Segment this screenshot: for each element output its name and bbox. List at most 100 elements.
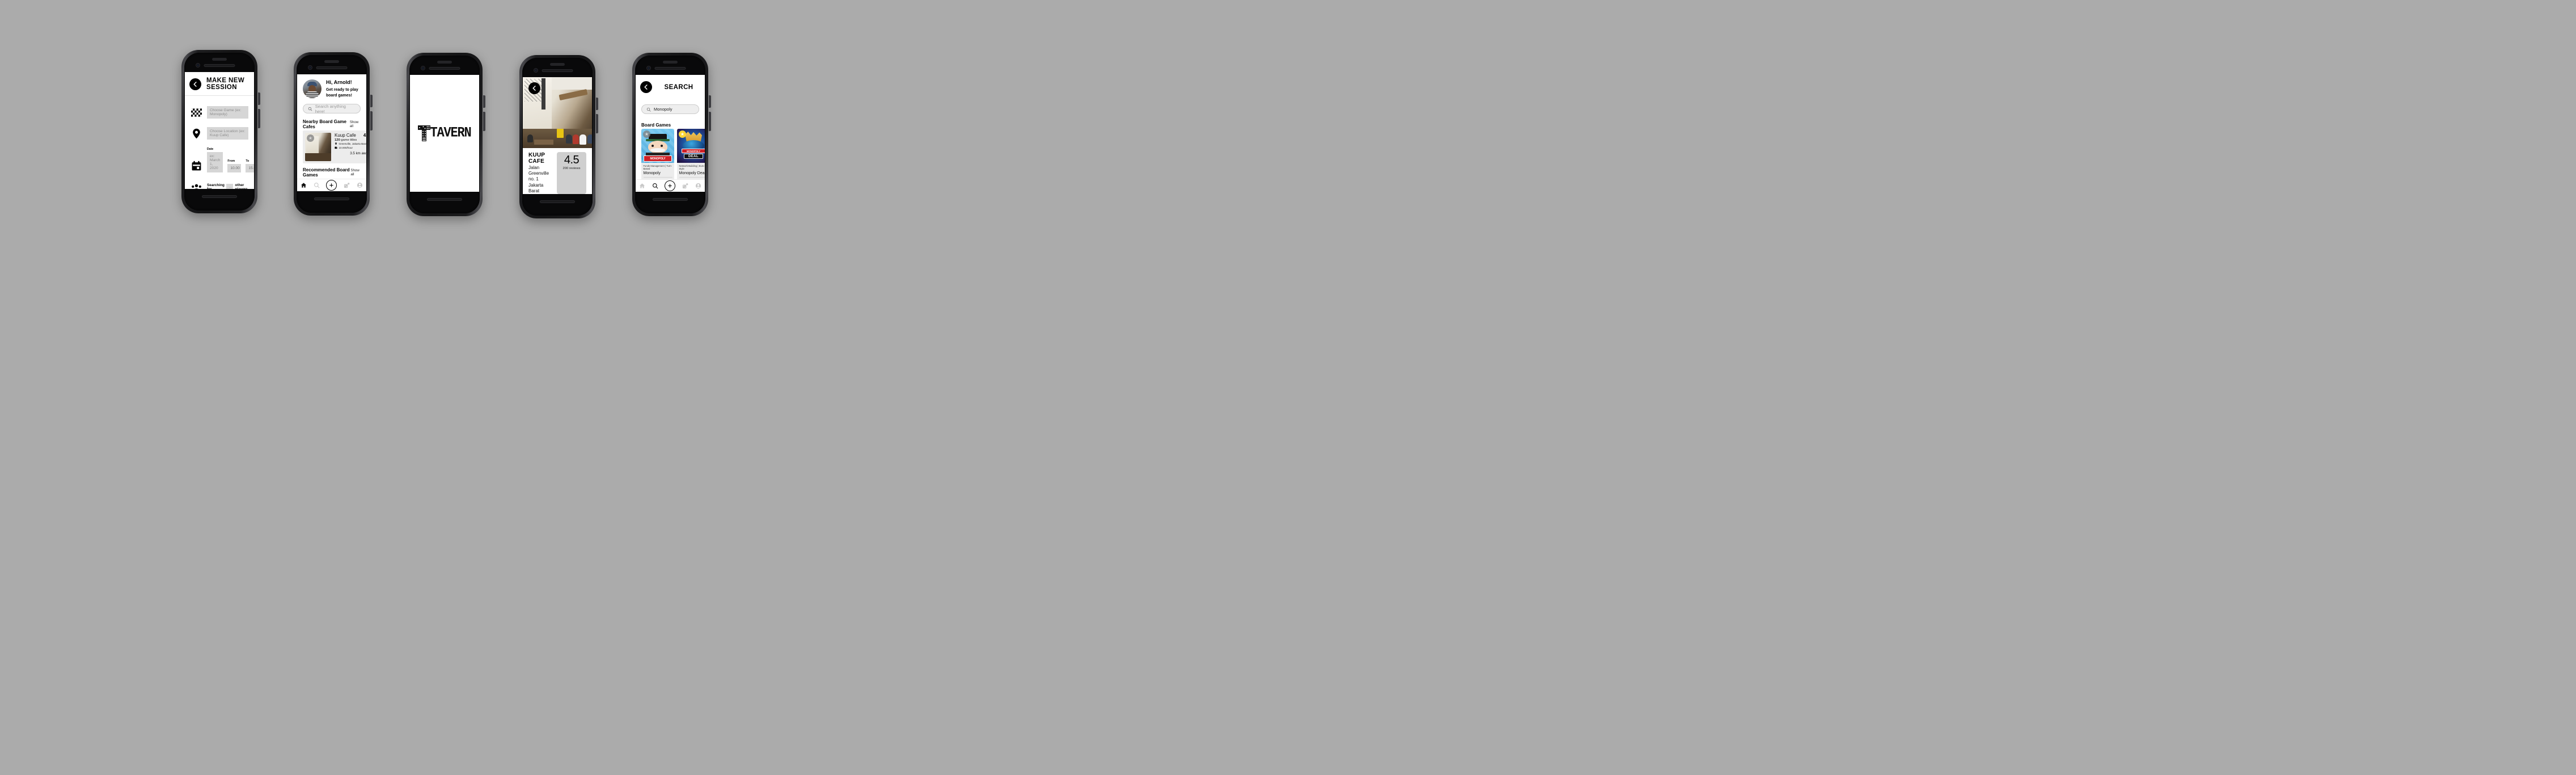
tab-add-button[interactable] (665, 180, 676, 191)
back-button[interactable] (640, 81, 652, 93)
cafe-titles-count: 120 (335, 138, 340, 142)
back-button[interactable] (528, 82, 540, 94)
speaker-notch (437, 61, 452, 64)
to-input[interactable]: 15.00 (246, 163, 254, 172)
players-suffix: other players (235, 183, 247, 189)
favorite-star-icon[interactable]: ★ (679, 130, 686, 138)
people-icon (191, 182, 202, 189)
chevron-left-icon (532, 86, 536, 91)
map-pin-icon (191, 128, 202, 139)
cafe-distance: 3.5 km away (350, 151, 366, 155)
players-count-input[interactable]: ... (226, 184, 234, 189)
screen-cafe-detail: KUUP CAFE Jalan Greenville no. 1 Jakarta… (523, 77, 592, 194)
section-recommended-games: Recommended Board Games Show all (297, 163, 366, 179)
section-title: Recommended Board Games (303, 167, 350, 178)
date-input[interactable]: ex: March 1, 2020 (207, 151, 223, 172)
tab-search-icon[interactable] (652, 183, 658, 189)
section-title: Board Games (641, 123, 671, 128)
date-field-row: Date ex: March 1, 2020 From 10.00 To 15.… (185, 148, 254, 172)
page-title: MAKE NEW SESSION (206, 77, 245, 91)
logo-text: TAVERN (430, 125, 471, 141)
search-value: Monopoly (654, 107, 672, 112)
rating-reviews: 200 reviews (562, 167, 581, 170)
show-all-link[interactable]: Show all (350, 120, 361, 128)
tab-home-icon[interactable] (301, 182, 307, 188)
header-divider (185, 95, 254, 96)
players-prefix: Searching for (207, 183, 225, 189)
earpiece (654, 67, 686, 70)
back-button[interactable] (189, 78, 201, 90)
choose-location-input[interactable]: Choose Location (ex: Kuup Cafe) (207, 127, 248, 140)
players-field-row: Searching for ... other players (185, 182, 254, 189)
earpiece (316, 66, 348, 69)
game-field-row: Choose Game (ex: Monopoly) (185, 106, 254, 119)
dice-letter-t-icon (418, 125, 431, 141)
session-header: MAKE NEW SESSION (185, 72, 254, 95)
tab-account-icon[interactable] (695, 183, 701, 189)
cafe-photo: ★ (305, 133, 331, 161)
favorite-star-icon[interactable]: ★ (643, 130, 650, 138)
checkerboard-icon (191, 107, 202, 118)
chevron-left-icon (644, 85, 648, 90)
section-title: Nearby Board Game Cafes (303, 119, 346, 129)
show-all-link[interactable]: Show all (350, 169, 361, 176)
cafe-name: Kuup Cafe (335, 133, 356, 138)
search-header: SEARCH (636, 75, 705, 98)
game-name: Monopoly Deal (679, 171, 705, 178)
cafe-card[interactable]: ★ Kuup Cafe 4.5 120 game titles (303, 130, 366, 163)
plus-icon (329, 183, 334, 187)
mockup-stage: MAKE NEW SESSION Choose Game (ex: Monopo… (0, 0, 2576, 775)
search-input[interactable]: Search anything here! (303, 104, 361, 114)
location-field-row: Choose Location (ex: Kuup Cafe) (185, 127, 254, 140)
rating-box: 4.5 200 reviews (557, 152, 586, 194)
search-input[interactable]: Monopoly (641, 104, 699, 114)
tab-dice-icon[interactable] (344, 182, 350, 188)
page-title: SEARCH (664, 83, 693, 91)
bottom-speaker (540, 200, 575, 203)
front-camera (308, 65, 312, 70)
bottom-tab-bar (636, 179, 705, 192)
phone-frame-4: KUUP CAFE Jalan Greenville no. 1 Jakarta… (519, 55, 598, 218)
greeting-block: Hi, Arnold! Get ready to play board game… (297, 74, 366, 98)
section-board-games: Board Games (636, 117, 705, 129)
cafe-name: KUUP CAFE (528, 152, 545, 165)
phone-frame-1: MAKE NEW SESSION Choose Game (ex: Monopo… (181, 50, 260, 213)
greeting-subtitle-1: Get ready to play (326, 88, 358, 92)
speaker-notch (324, 60, 339, 63)
screen-home: Hi, Arnold! Get ready to play board game… (297, 74, 366, 191)
front-camera (646, 66, 651, 70)
phone-frame-3: TAVERN (407, 53, 485, 216)
front-camera (421, 66, 425, 70)
bottom-tab-bar (297, 179, 366, 191)
tab-dice-icon[interactable] (682, 183, 688, 189)
game-cover-art: MONOPOLY DEAL ★ (677, 129, 705, 163)
tab-account-icon[interactable] (357, 182, 363, 188)
avatar[interactable] (303, 79, 322, 98)
earpiece (204, 64, 235, 67)
favorite-star-icon[interactable]: ★ (307, 134, 314, 142)
app-logo: TAVERN (418, 125, 472, 141)
cafe-titles-label: game titles (341, 138, 357, 142)
phone-frame-2: Hi, Arnold! Get ready to play board game… (294, 52, 373, 216)
bottom-speaker (314, 197, 349, 200)
rating-value: 4.5 (564, 154, 580, 166)
bottom-speaker (202, 195, 237, 198)
tab-home-icon[interactable] (639, 183, 645, 189)
speaker-notch (550, 63, 565, 66)
cafe-strip[interactable]: ★ Kuup Cafe 4.5 120 game titles (297, 130, 366, 163)
chevron-left-icon (193, 81, 197, 87)
tab-add-button[interactable] (326, 180, 337, 191)
cafe-header: KUUP CAFE Jalan Greenville no. 1 Jakarta… (523, 148, 592, 194)
map-pin-icon (335, 142, 337, 145)
speaker-notch (663, 61, 678, 64)
game-category: Funds Management | Turn-Based (643, 165, 672, 170)
screen-splash: TAVERN (410, 75, 479, 192)
from-input[interactable]: 10.00 (227, 163, 242, 172)
greeting-subtitle-2: board games! (326, 93, 352, 98)
earpiece (542, 69, 573, 72)
tab-search-icon[interactable] (314, 182, 320, 188)
plus-icon (668, 184, 672, 188)
speaker-notch (212, 58, 227, 61)
choose-game-input[interactable]: Choose Game (ex: Monopoly) (207, 106, 248, 119)
section-nearby-cafes: Nearby Board Game Cafes Show all (297, 117, 366, 130)
